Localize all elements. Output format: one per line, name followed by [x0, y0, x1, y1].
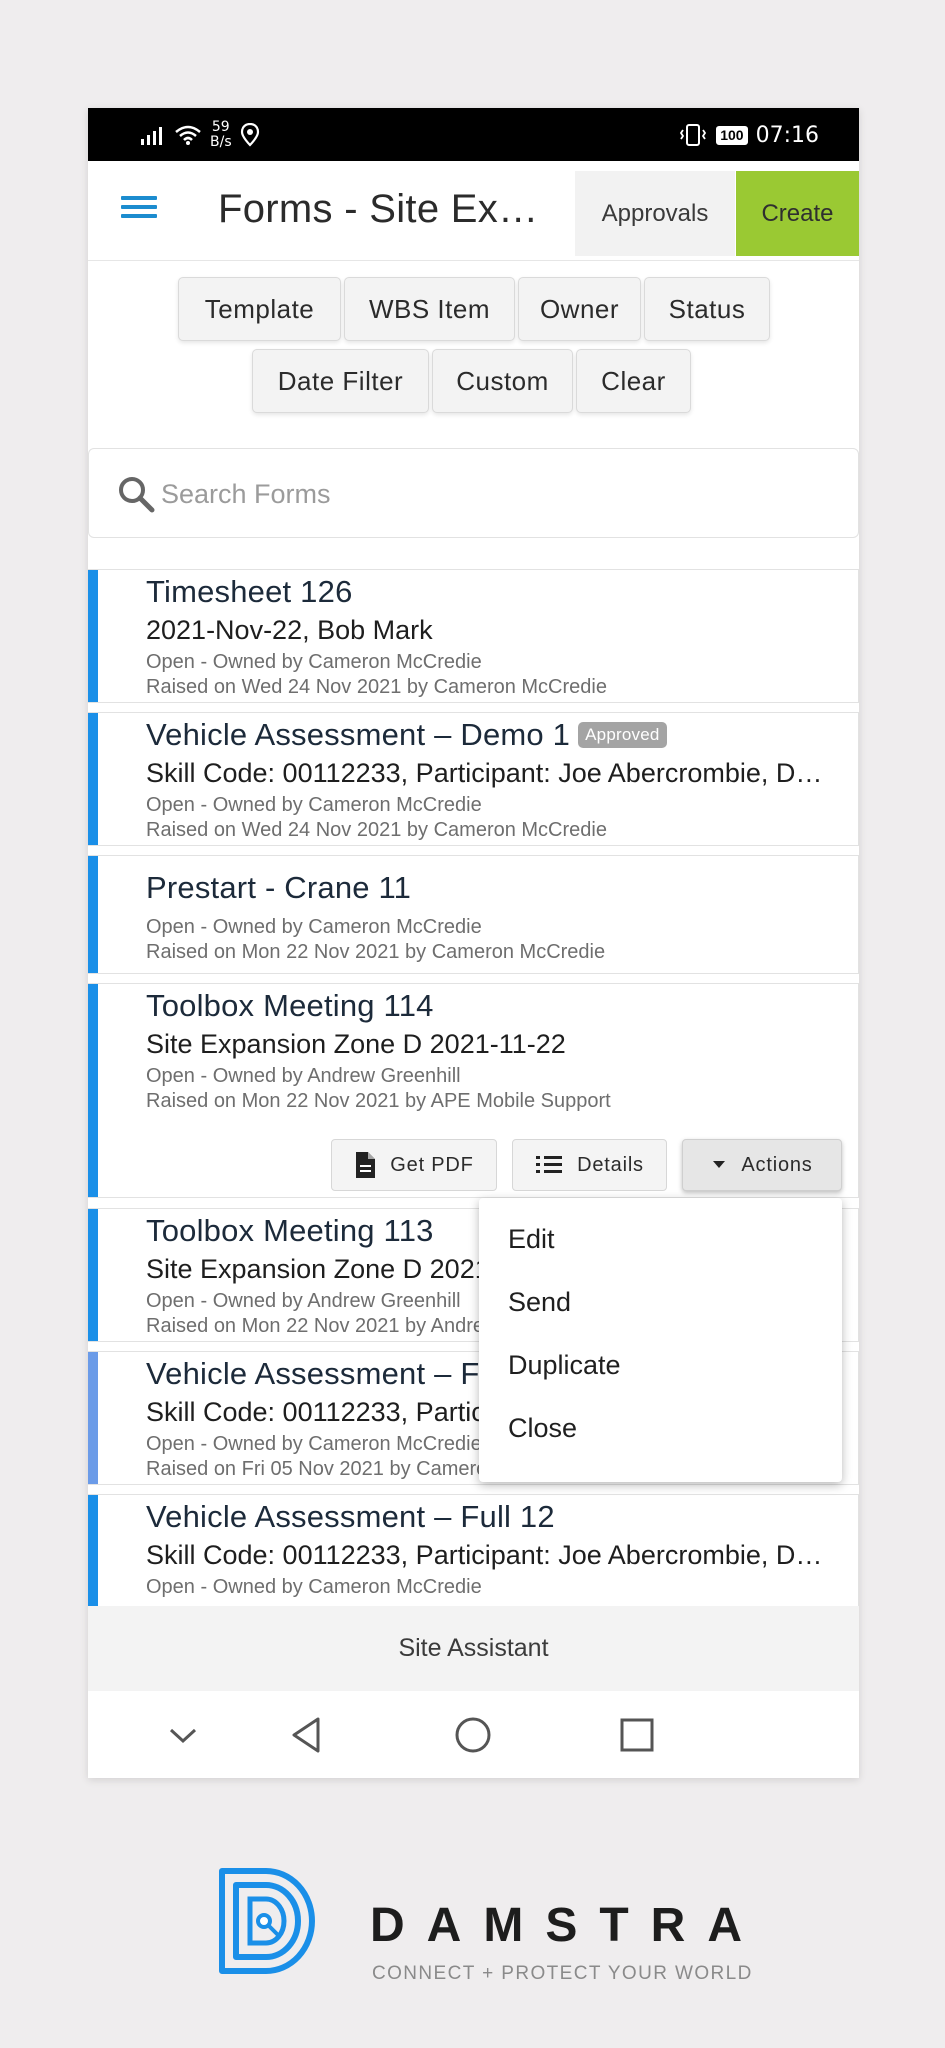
- filter-clear[interactable]: Clear: [576, 349, 691, 413]
- collapse-chevron-icon[interactable]: [161, 1713, 205, 1757]
- vibrate-icon: [680, 124, 707, 146]
- status-stripe: [88, 713, 98, 845]
- filter-date[interactable]: Date Filter: [252, 349, 429, 413]
- phone-screen: 59 B/s 100 07:16 Forms - Site Expansion …: [88, 108, 859, 1778]
- form-owner: Open - Owned by Cameron McCredie: [146, 651, 482, 673]
- actions-label: Actions: [741, 1153, 813, 1176]
- form-raised: Raised on Mon 22 Nov 2021 by Cameron McC…: [146, 941, 606, 963]
- signal-icon: [141, 127, 162, 145]
- form-card-expanded[interactable]: Toolbox Meeting 114 Site Expansion Zone …: [88, 983, 859, 1198]
- list-icon: [536, 1156, 563, 1173]
- status-right: 100 07:16: [678, 118, 819, 152]
- form-owner: Open - Owned by Cameron McCredie: [146, 794, 482, 816]
- location-icon: [240, 123, 259, 147]
- form-subtitle: Skill Code: 00112233, Participant: Joe A…: [146, 1540, 826, 1570]
- damstra-logo-icon: [219, 1868, 315, 1974]
- form-title: Toolbox Meeting 113: [146, 1213, 434, 1248]
- form-title: Prestart - Crane 11: [146, 870, 412, 905]
- form-card[interactable]: Prestart - Crane 11 Open - Owned by Came…: [88, 855, 859, 974]
- status-stripe: [88, 1209, 98, 1341]
- form-owner: Open - Owned by Andrew Greenhill: [146, 1290, 461, 1312]
- system-nav-bar: [88, 1691, 859, 1778]
- approved-badge: Approved: [578, 722, 667, 748]
- status-stripe: [88, 1352, 98, 1484]
- brand-tagline: CONNECT + PROTECT YOUR WORLD: [372, 1963, 753, 1984]
- form-raised: Raised on Wed 24 Nov 2021 by Cameron McC…: [146, 819, 607, 841]
- actions-menu: Edit Send Duplicate Close: [479, 1198, 842, 1482]
- search-input[interactable]: [161, 469, 811, 519]
- form-subtitle: 2021-Nov-22, Bob Mark: [146, 615, 433, 645]
- status-bar: 59 B/s 100 07:16: [88, 108, 859, 161]
- recents-icon[interactable]: [615, 1713, 659, 1757]
- menu-item-send[interactable]: Send: [508, 1287, 571, 1318]
- form-owner: Open - Owned by Cameron McCredie: [146, 916, 482, 938]
- filter-owner[interactable]: Owner: [518, 277, 641, 341]
- menu-icon[interactable]: [119, 191, 159, 231]
- form-title-line: Vehicle Assessment – Demo 1 Approved: [146, 717, 667, 753]
- status-stripe: [88, 856, 98, 973]
- net-speed-unit: B/s: [210, 134, 232, 150]
- search-icon: [119, 477, 155, 513]
- app-header: Forms - Site Expansion Approvals Create: [88, 161, 859, 261]
- form-raised: Raised on Wed 24 Nov 2021 by Cameron McC…: [146, 676, 607, 698]
- search-bar: [88, 448, 859, 538]
- site-assistant-label: Site Assistant: [398, 1634, 549, 1662]
- create-button[interactable]: Create: [736, 171, 859, 256]
- form-owner: Open - Owned by Cameron McCredie: [146, 1576, 482, 1598]
- brand-name: DAMSTRA: [370, 1899, 764, 1952]
- details-button[interactable]: Details: [512, 1139, 667, 1191]
- form-owner: Open - Owned by Cameron McCredie: [146, 1433, 482, 1455]
- form-title: Vehicle Assessment – Full 12: [146, 1499, 555, 1534]
- filter-status[interactable]: Status: [644, 277, 770, 341]
- battery-level: 100: [716, 125, 748, 145]
- caret-down-icon: [713, 1161, 726, 1168]
- get-pdf-button[interactable]: Get PDF: [331, 1139, 497, 1191]
- form-title: Vehicle Assessment – Demo 1: [146, 717, 571, 752]
- form-subtitle: Skill Code: 00112233, Participant: Joe A…: [146, 758, 826, 788]
- wifi-icon: [175, 125, 201, 145]
- approvals-button[interactable]: Approvals: [575, 171, 735, 256]
- status-stripe: [88, 570, 98, 702]
- status-stripe: [88, 984, 98, 1197]
- site-assistant-bar[interactable]: Site Assistant: [88, 1606, 859, 1691]
- get-pdf-label: Get PDF: [390, 1153, 474, 1176]
- net-speed: 59 B/s: [210, 120, 232, 150]
- actions-button[interactable]: Actions: [682, 1139, 842, 1191]
- form-owner: Open - Owned by Andrew Greenhill: [146, 1065, 461, 1087]
- clock: 07:16: [755, 122, 819, 148]
- net-speed-value: 59: [211, 119, 230, 135]
- form-subtitle: Site Expansion Zone D 2021-11-22: [146, 1029, 566, 1059]
- filter-template[interactable]: Template: [178, 277, 341, 341]
- form-title: Toolbox Meeting 114: [146, 988, 434, 1023]
- form-raised: Raised on Mon 22 Nov 2021 by APE Mobile …: [146, 1090, 611, 1112]
- menu-item-close[interactable]: Close: [508, 1413, 577, 1444]
- pdf-file-icon: [356, 1152, 376, 1178]
- status-left: 59 B/s: [140, 118, 260, 152]
- form-card[interactable]: Timesheet 126 2021-Nov-22, Bob Mark Open…: [88, 569, 859, 703]
- form-title: Timesheet 126: [146, 574, 353, 609]
- menu-item-duplicate[interactable]: Duplicate: [508, 1350, 621, 1381]
- filter-custom[interactable]: Custom: [432, 349, 573, 413]
- back-icon[interactable]: [286, 1713, 330, 1757]
- home-icon[interactable]: [451, 1713, 495, 1757]
- menu-item-edit[interactable]: Edit: [508, 1224, 555, 1255]
- form-card[interactable]: Vehicle Assessment – Demo 1 Approved Skil…: [88, 712, 859, 846]
- page-title: Forms - Site Expansion: [218, 187, 560, 231]
- details-label: Details: [577, 1153, 644, 1176]
- filter-wbs-item[interactable]: WBS Item: [344, 277, 515, 341]
